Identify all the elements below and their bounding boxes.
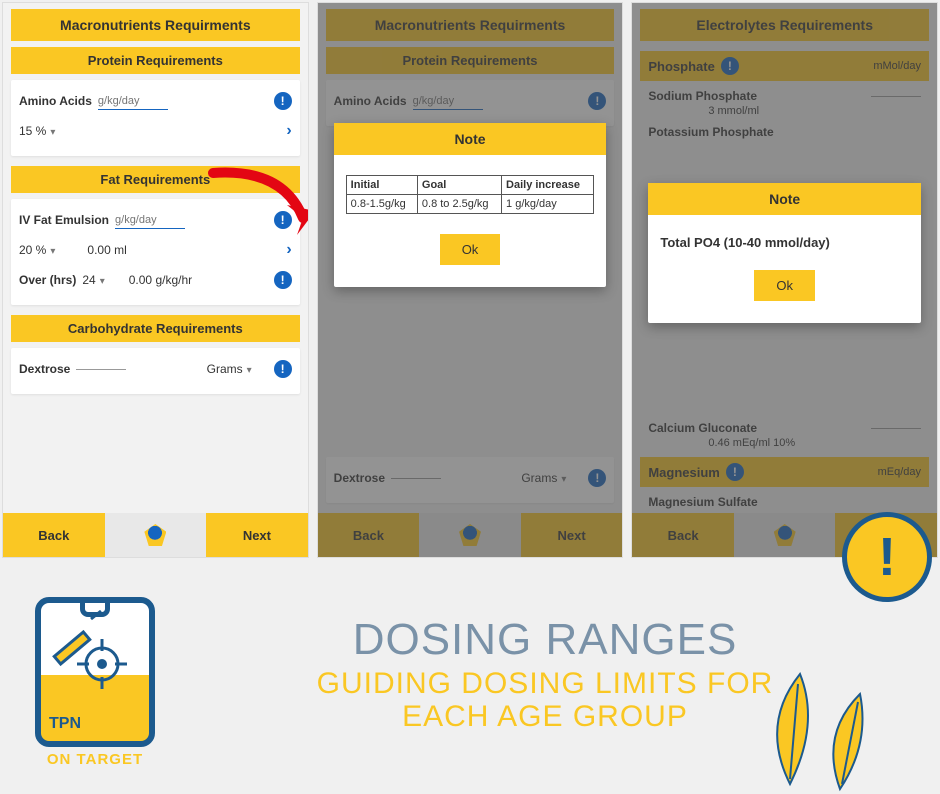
fat-header: Fat Requirements: [11, 166, 300, 193]
ok-button[interactable]: Ok: [440, 234, 501, 265]
dextrose-unit-dropdown[interactable]: Grams: [207, 362, 252, 376]
screen-2: Macronutrients Requirments Protein Requi…: [317, 2, 624, 558]
logo-subtitle: ON TARGET: [20, 751, 170, 768]
dialog-title: Note: [334, 123, 607, 155]
iv-fat-label: IV Fat Emulsion: [19, 213, 109, 227]
screen-1: Macronutrients Requirments Protein Requi…: [2, 2, 309, 558]
exclamation-badge-icon: !: [842, 512, 932, 602]
nav-home-button[interactable]: [105, 513, 207, 557]
macronutrients-header: Macronutrients Requirments: [11, 9, 300, 41]
ok-button[interactable]: Ok: [754, 270, 815, 301]
cell-daily: 1 g/kg/day: [502, 195, 594, 214]
cell-goal: 0.8 to 2.5g/kg: [417, 195, 501, 214]
dialog-title: Note: [648, 183, 921, 215]
col-daily-increase: Daily increase: [502, 176, 594, 195]
tpn-logo: TPN ON TARGET: [20, 579, 170, 769]
col-goal: Goal: [417, 176, 501, 195]
headline-line1: DOSING RANGES: [170, 615, 920, 665]
fat-pct-dropdown[interactable]: 20 %: [19, 243, 55, 257]
shield-icon: [144, 524, 166, 546]
note-dialog: Note Total PO4 (10-40 mmol/day) Ok: [648, 183, 921, 323]
amino-acids-input[interactable]: [98, 93, 168, 110]
dextrose-label: Dextrose: [19, 362, 70, 376]
bottom-nav: Back Next: [3, 513, 308, 557]
target-icon: [77, 639, 127, 689]
note-dialog: Note Initial Goal Daily increase 0.8-1.5…: [334, 123, 607, 287]
dosing-table: Initial Goal Daily increase 0.8-1.5g/kg …: [346, 175, 595, 214]
next-button[interactable]: Next: [206, 513, 308, 557]
dextrose-input[interactable]: [76, 369, 126, 370]
carb-header: Carbohydrate Requirements: [11, 315, 300, 342]
protein-header: Protein Requirements: [11, 47, 300, 74]
amino-acids-label: Amino Acids: [19, 94, 92, 108]
leaves-icon: [750, 664, 890, 794]
info-icon[interactable]: !: [274, 92, 292, 110]
info-icon[interactable]: !: [274, 211, 292, 229]
carb-card: Dextrose Grams !: [11, 348, 300, 394]
logo-text: TPN: [49, 715, 81, 733]
chevron-right-icon[interactable]: ›: [286, 241, 291, 259]
protein-card: Amino Acids ! 15 % ›: [11, 80, 300, 156]
chevron-right-icon[interactable]: ›: [286, 122, 291, 140]
amino-pct-dropdown[interactable]: 15 %: [19, 124, 55, 138]
over-hrs-label: Over (hrs): [19, 273, 76, 287]
over-rate-value: 0.00 g/kg/hr: [129, 273, 192, 287]
over-hrs-dropdown[interactable]: 24: [82, 273, 104, 287]
iv-fat-input[interactable]: [115, 212, 185, 229]
info-icon[interactable]: !: [274, 271, 292, 289]
screen-3: Electrolytes Requirements Phosphate ! mM…: [631, 2, 938, 558]
fat-card: IV Fat Emulsion ! 20 % 0.00 ml › Over (h…: [11, 199, 300, 305]
cell-initial: 0.8-1.5g/kg: [346, 195, 417, 214]
info-icon[interactable]: !: [274, 360, 292, 378]
col-initial: Initial: [346, 176, 417, 195]
dialog-message: Total PO4 (10-40 mmol/day): [660, 235, 909, 250]
back-button[interactable]: Back: [3, 513, 105, 557]
fat-ml-value: 0.00 ml: [87, 243, 126, 257]
screenshots-row: Macronutrients Requirments Protein Requi…: [0, 0, 940, 558]
